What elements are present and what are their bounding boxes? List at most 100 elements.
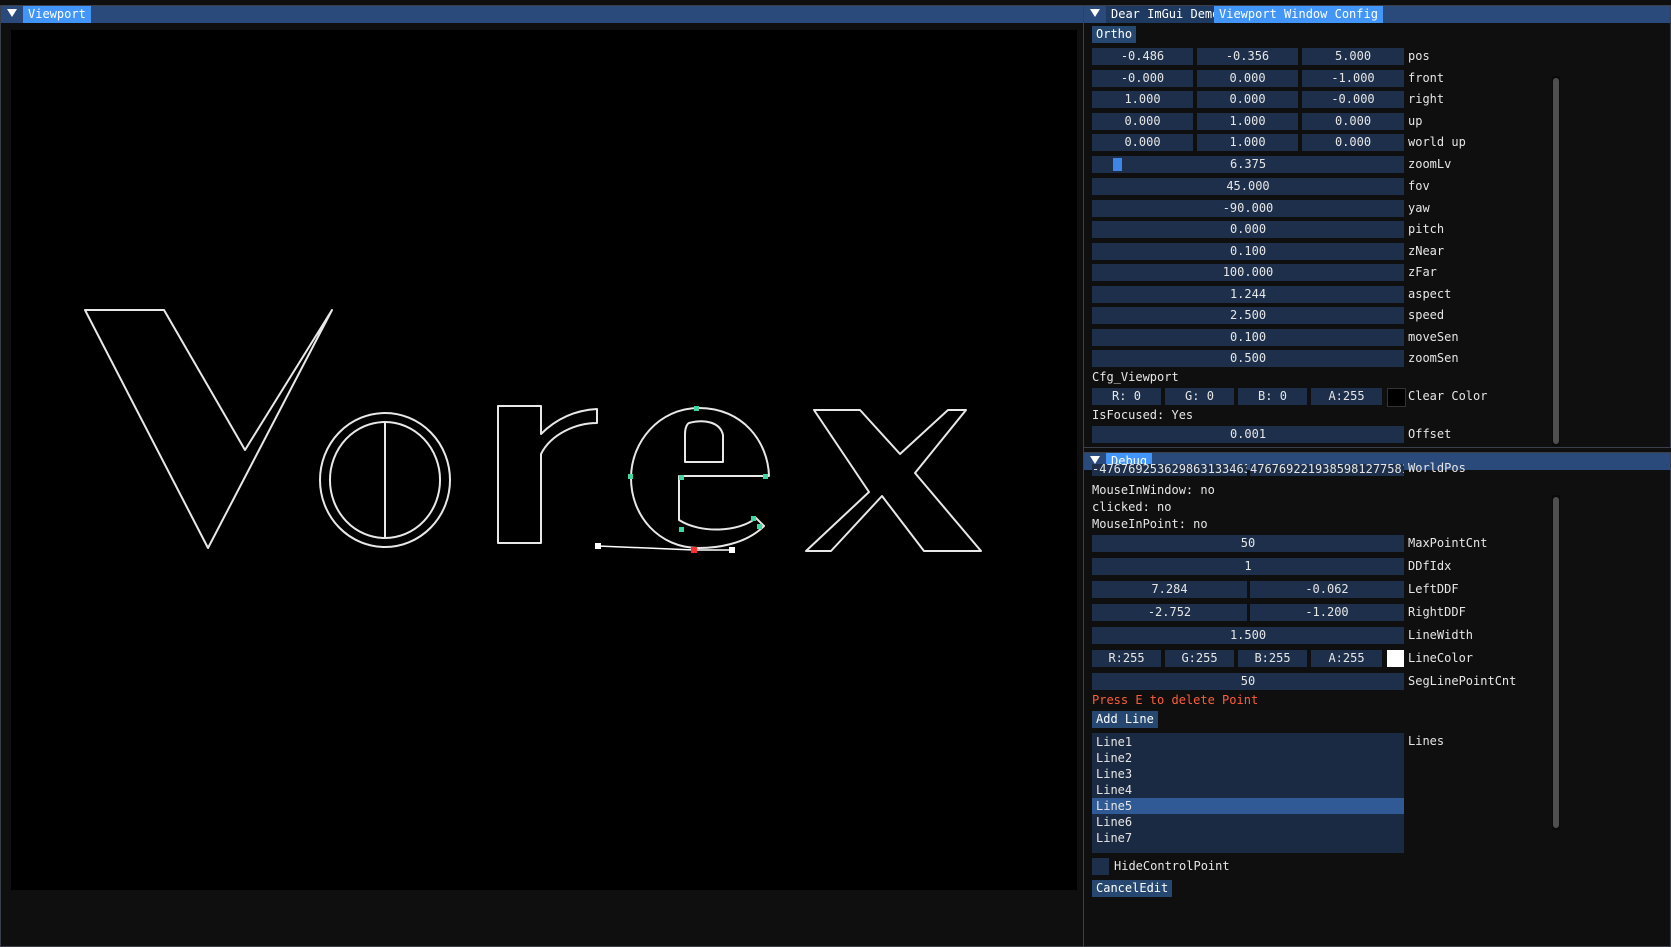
clear-color-g[interactable]: G: 0: [1165, 388, 1234, 405]
hide-control-point-checkbox[interactable]: [1092, 858, 1109, 875]
clear-color-b[interactable]: B: 0: [1238, 388, 1307, 405]
config-titlebar[interactable]: Dear ImGui Demo Viewport Window Config: [1084, 6, 1670, 23]
clear-color-a[interactable]: A:255: [1311, 388, 1382, 405]
speed-field[interactable]: 2.500: [1092, 307, 1404, 324]
config-scrollbar[interactable]: [1552, 76, 1560, 446]
mouse-in-window-text: MouseInWindow: no: [1092, 483, 1215, 497]
ortho-button[interactable]: Ortho: [1092, 26, 1137, 43]
aspect-label: aspect: [1408, 286, 1452, 301]
cancel-edit-button[interactable]: CancelEdit: [1092, 880, 1173, 897]
lines-list-item[interactable]: Line5: [1092, 798, 1404, 814]
pitch-label: pitch: [1408, 222, 1445, 236]
yaw-field[interactable]: -90.000: [1092, 199, 1404, 217]
znear-field[interactable]: 0.100: [1092, 242, 1404, 260]
lines-list-item[interactable]: Line1: [1092, 734, 1404, 750]
zfar-label: zFar: [1408, 265, 1437, 279]
hide-control-point-label: HideControlPoint: [1114, 859, 1230, 873]
zfar-field[interactable]: 100.000: [1092, 264, 1404, 281]
vec-pos-y[interactable]: -0.356: [1197, 48, 1298, 65]
right-ddf-x[interactable]: -2.752: [1092, 604, 1247, 621]
worldpos-x[interactable]: -4767692536298631334638: [1092, 464, 1247, 476]
max-point-cnt-field[interactable]: 50: [1092, 535, 1404, 552]
fov-field[interactable]: 45.000: [1092, 178, 1404, 195]
vec-right-y[interactable]: 0.000: [1197, 91, 1298, 108]
ddf-idx-field[interactable]: 1: [1092, 558, 1404, 575]
yaw-label: yaw: [1408, 200, 1430, 215]
lines-listbox[interactable]: Line1 Line2 Line3 Line4 Line5 Line6 Line7: [1092, 733, 1404, 853]
control-point: [763, 474, 768, 479]
viewport-title[interactable]: Viewport: [23, 6, 91, 23]
right-ddf-y[interactable]: -1.200: [1250, 604, 1404, 621]
control-point: [751, 516, 756, 521]
clear-color-swatch[interactable]: [1387, 388, 1406, 407]
tab-viewport-window-config[interactable]: Viewport Window Config: [1214, 6, 1383, 23]
add-line-button[interactable]: Add Line: [1092, 711, 1158, 728]
selected-control-point: [691, 547, 697, 553]
vec-up-label: up: [1408, 113, 1423, 128]
collapse-arrow-icon[interactable]: [7, 9, 17, 17]
control-point: [679, 475, 684, 480]
lines-list-item[interactable]: Line4: [1092, 782, 1404, 798]
collapse-arrow-icon[interactable]: [1090, 9, 1100, 17]
worldpos-label: WorldPos: [1408, 461, 1466, 475]
viewport-window: Viewport: [0, 5, 1084, 947]
offset-field[interactable]: 0.001: [1092, 426, 1404, 443]
vec-up-x[interactable]: 0.000: [1092, 112, 1193, 130]
vec-world-up-x[interactable]: 0.000: [1092, 134, 1193, 151]
line-color-b[interactable]: B:255: [1238, 650, 1307, 667]
handle-point-left: [595, 543, 601, 549]
debug-window: Debug -4767692536298631334638 4767692219…: [1083, 452, 1671, 947]
left-ddf-label: LeftDDF: [1408, 582, 1459, 596]
line-color-g[interactable]: G:255: [1165, 650, 1234, 667]
is-focused-text: IsFocused: Yes: [1092, 408, 1194, 422]
vec-front-label: front: [1408, 70, 1445, 85]
lines-list-item[interactable]: Line7: [1092, 830, 1404, 846]
vec-up-z[interactable]: 0.000: [1302, 112, 1404, 130]
lines-list-item[interactable]: Line6: [1092, 814, 1404, 830]
vec-world-up-z[interactable]: 0.000: [1302, 134, 1404, 151]
lines-list-item[interactable]: Line3: [1092, 766, 1404, 782]
line-color-r[interactable]: R:255: [1092, 650, 1161, 667]
debug-scrollbar[interactable]: [1552, 495, 1560, 830]
worldpos-y[interactable]: 4767692219385981277581: [1250, 464, 1404, 476]
vec-world-up-y[interactable]: 1.000: [1197, 134, 1298, 151]
vec-front-z[interactable]: -1.000: [1302, 69, 1404, 87]
left-ddf-x[interactable]: 7.284: [1092, 581, 1247, 598]
vec-pos-x[interactable]: -0.486: [1092, 48, 1193, 65]
movesen-field[interactable]: 0.100: [1092, 328, 1404, 346]
slider-grab[interactable]: [1113, 158, 1122, 171]
line-width-field[interactable]: 1.500: [1092, 627, 1404, 644]
line-color-swatch[interactable]: [1387, 650, 1404, 667]
debug-scrollbar-thumb[interactable]: [1553, 497, 1559, 828]
vec-front-y[interactable]: 0.000: [1197, 69, 1298, 87]
control-point: [679, 527, 684, 532]
clear-color-r[interactable]: R: 0: [1092, 388, 1161, 405]
vec-up-y[interactable]: 1.000: [1197, 112, 1298, 130]
right-ddf-label: RightDDF: [1408, 605, 1466, 619]
viewport-titlebar[interactable]: Viewport: [1, 6, 1083, 23]
config-window: Dear ImGui Demo Viewport Window Config O…: [1083, 5, 1671, 448]
vec-right-z[interactable]: -0.000: [1302, 91, 1404, 108]
tab-dear-imgui-demo[interactable]: Dear ImGui Demo: [1106, 6, 1225, 23]
zoomsen-field[interactable]: 0.500: [1092, 350, 1404, 367]
control-point: [628, 474, 633, 479]
vec-pos-z[interactable]: 5.000: [1302, 48, 1404, 65]
max-point-cnt-label: MaxPointCnt: [1408, 536, 1488, 550]
lines-list-item[interactable]: Line2: [1092, 750, 1404, 766]
zoomlv-slider[interactable]: 6.375: [1092, 156, 1404, 173]
cfg-viewport-header: Cfg_Viewport: [1092, 370, 1179, 384]
vec-front-x[interactable]: -0.000: [1092, 69, 1193, 87]
config-scrollbar-thumb[interactable]: [1553, 78, 1559, 444]
mouse-in-point-text: MouseInPoint: no: [1092, 517, 1208, 531]
aspect-field[interactable]: 1.244: [1092, 285, 1404, 303]
pitch-field[interactable]: 0.000: [1092, 221, 1404, 238]
zoomlv-label: zoomLv: [1408, 157, 1452, 171]
line-color-a[interactable]: A:255: [1311, 650, 1382, 667]
seg-line-point-cnt-label: SegLinePointCnt: [1408, 674, 1517, 688]
clicked-text: clicked: no: [1092, 500, 1172, 514]
seg-line-point-cnt-field[interactable]: 50: [1092, 673, 1404, 690]
vec-right-x[interactable]: 1.000: [1092, 91, 1193, 108]
viewport-canvas[interactable]: [11, 30, 1077, 890]
collapse-arrow-icon[interactable]: [1090, 456, 1100, 464]
left-ddf-y[interactable]: -0.062: [1250, 581, 1404, 598]
